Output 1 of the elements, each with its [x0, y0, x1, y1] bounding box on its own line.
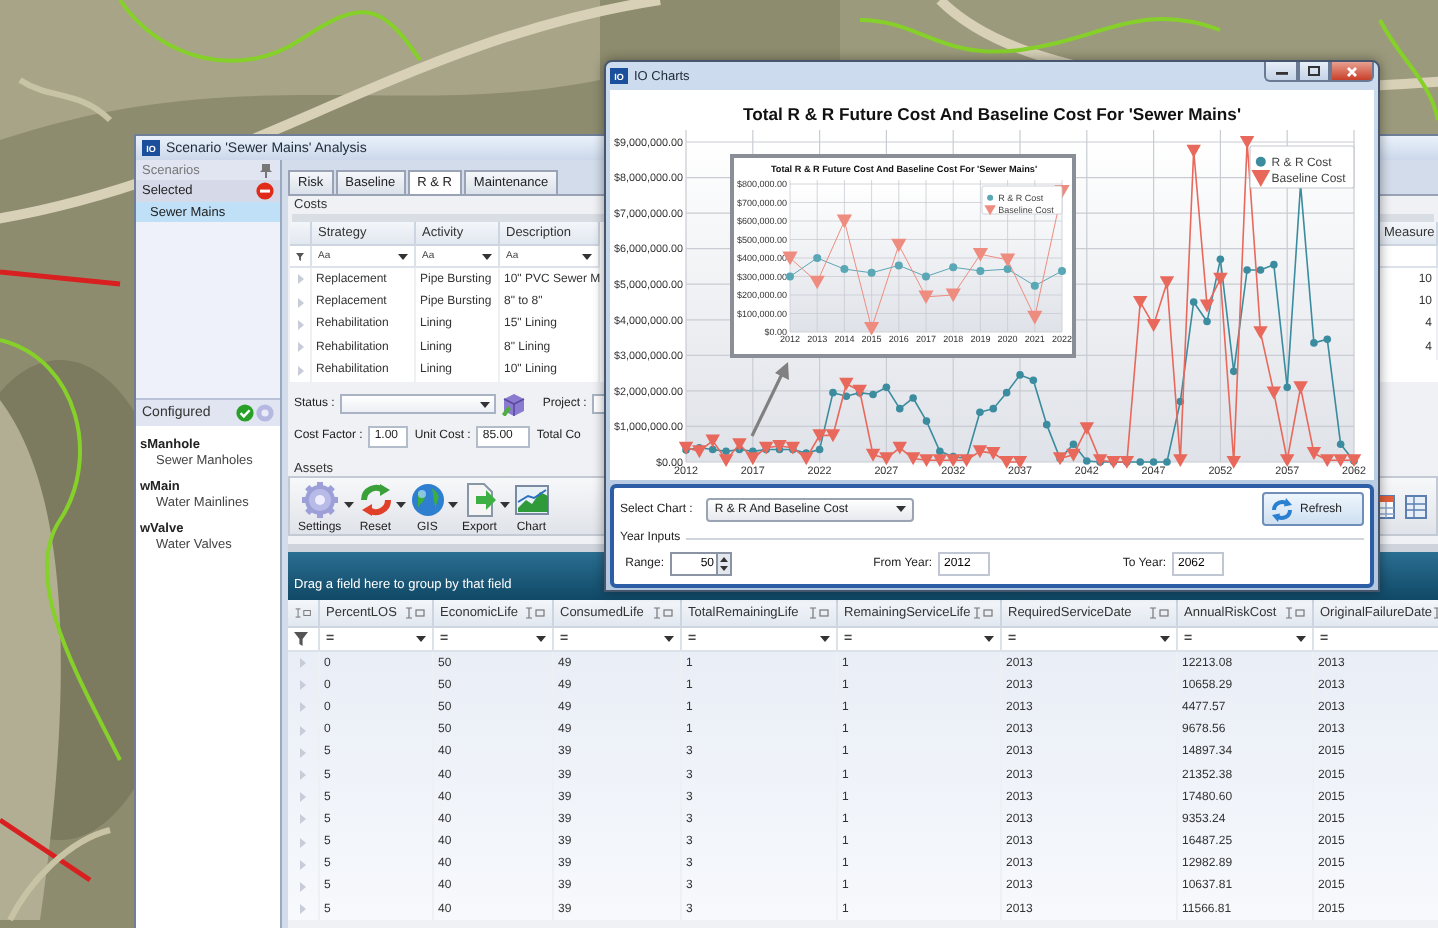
chart-title: Total R & R Future Cost And Baseline Cost For 'Sewer Mains': [742, 104, 1242, 124]
